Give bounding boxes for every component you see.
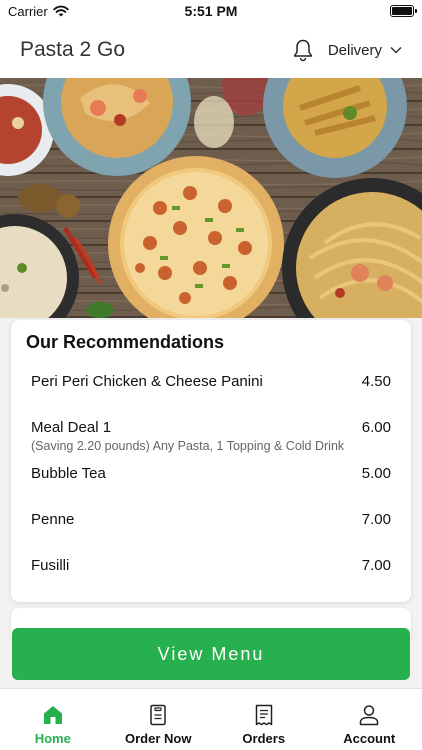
carrier-label: Carrier <box>8 3 48 19</box>
recommendations-card: Our Recommendations Peri Peri Chicken & … <box>11 320 411 602</box>
recommendation-item[interactable]: Peri Peri Chicken & Cheese Panini 4.50 <box>26 367 391 413</box>
item-price: 7.00 <box>361 557 391 574</box>
header-right: Delivery <box>292 38 402 62</box>
battery-icon <box>390 5 417 17</box>
item-price: 5.00 <box>361 465 391 482</box>
chevron-down-icon <box>390 46 402 54</box>
item-name: Meal Deal 1 <box>31 419 112 436</box>
recommendation-item[interactable]: Fusilli 7.00 <box>26 551 391 597</box>
home-icon <box>43 706 62 724</box>
status-bar: Carrier 5:51 PM <box>0 0 422 22</box>
order-now-icon <box>150 704 166 726</box>
app-title: Pasta 2 Go <box>20 38 126 61</box>
recommendations-title: Our Recommendations <box>26 332 225 352</box>
tab-label: Order Now <box>125 731 192 746</box>
delivery-label: Delivery <box>327 41 382 59</box>
recommendation-item[interactable]: Meal Deal 1 6.00 (Saving 2.20 pounds) An… <box>26 413 391 459</box>
delivery-selector[interactable]: Delivery <box>328 42 402 59</box>
item-name: Penne <box>31 511 75 528</box>
view-menu-button[interactable]: View Menu <box>12 628 410 680</box>
item-price: 4.50 <box>361 373 391 390</box>
recommendation-item[interactable]: Penne 7.00 <box>26 505 391 551</box>
tab-order-now[interactable]: Order Now <box>106 689 212 750</box>
recommendation-item[interactable]: Bubble Tea 5.00 <box>26 459 391 505</box>
hero-food-image <box>0 78 422 318</box>
bottom-tab-bar: Home Order Now Orders Account <box>0 688 422 750</box>
item-name: Fusilli <box>31 557 70 574</box>
receipt-icon <box>255 704 272 726</box>
item-price: 6.00 <box>361 419 391 436</box>
item-price: 7.00 <box>361 511 391 528</box>
tab-label: Orders <box>242 731 286 746</box>
item-name: Peri Peri Chicken & Cheese Panini <box>31 373 263 390</box>
tab-account[interactable]: Account <box>317 689 422 750</box>
wifi-icon <box>53 5 69 17</box>
tab-label: Account <box>343 731 396 746</box>
status-left: Carrier <box>8 4 69 19</box>
tab-home[interactable]: Home <box>0 689 106 750</box>
tab-label: Home <box>34 731 71 746</box>
bell-icon[interactable] <box>292 38 314 62</box>
user-icon <box>360 705 379 726</box>
item-name: Bubble Tea <box>31 465 106 482</box>
tab-orders[interactable]: Orders <box>211 689 317 750</box>
item-description: (Saving 2.20 pounds) Any Pasta, 1 Toppin… <box>31 439 345 453</box>
app-header: Pasta 2 Go Delivery <box>0 22 422 78</box>
